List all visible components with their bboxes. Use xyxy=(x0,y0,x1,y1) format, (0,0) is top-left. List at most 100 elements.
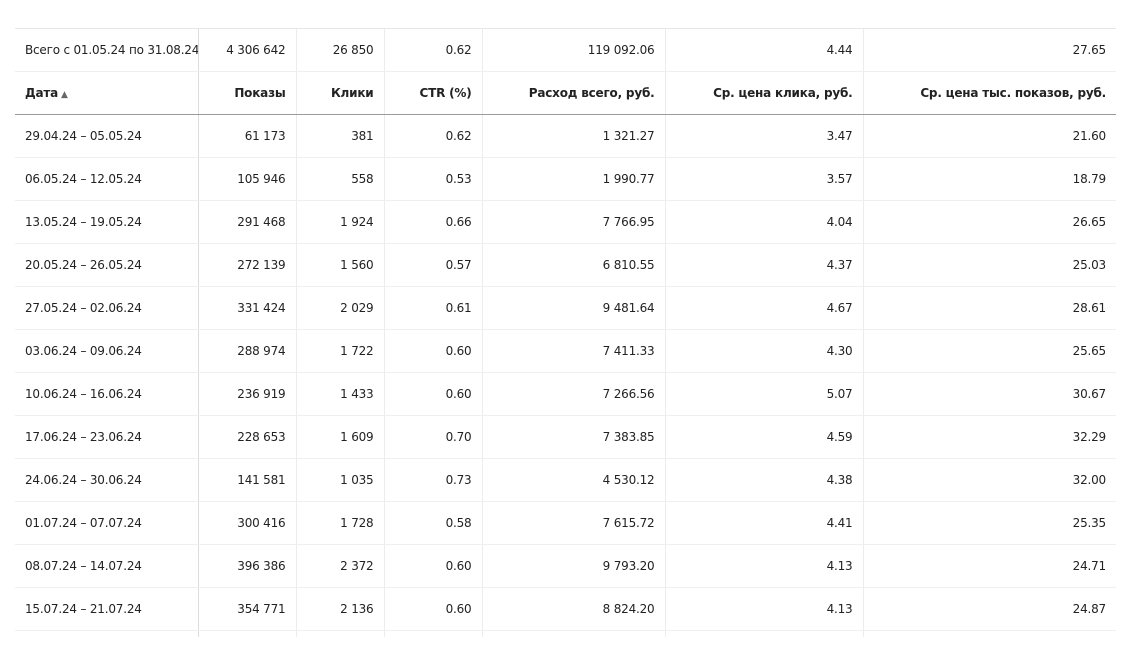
cell-impressions: 61 173 xyxy=(198,114,297,158)
column-header-date[interactable]: Дата ▲ xyxy=(15,71,199,115)
cell-ctr: 0.66 xyxy=(384,200,483,244)
table-row: 03.06.24 – 09.06.24 288 974 1 722 0.60 7 411… xyxy=(15,329,1116,373)
cell-clicks: 2 372 xyxy=(296,544,385,588)
cell-cpm: 25.35 xyxy=(863,501,1116,545)
cell-impressions: 331 424 xyxy=(198,286,297,330)
cell-clicks: 2 136 xyxy=(296,587,385,631)
cell-cpm: 18.79 xyxy=(863,157,1116,201)
cell-date: 06.05.24 – 12.05.24 xyxy=(15,157,199,201)
cell-cpm: 32.29 xyxy=(863,415,1116,459)
cell-date: 24.06.24 – 30.06.24 xyxy=(15,458,199,502)
cell-date xyxy=(15,630,199,637)
cell-ctr xyxy=(384,630,483,637)
cell-impressions: 236 919 xyxy=(198,372,297,416)
cell-date: 08.07.24 – 14.07.24 xyxy=(15,544,199,588)
cell-ctr: 0.60 xyxy=(384,544,483,588)
sort-ascending-icon: ▲ xyxy=(61,90,68,100)
totals-cpc: 4.44 xyxy=(665,29,864,72)
column-header-date-label: Дата xyxy=(25,86,59,100)
cell-impressions: 105 946 xyxy=(198,157,297,201)
cell-impressions: 291 468 xyxy=(198,200,297,244)
cell-impressions xyxy=(198,630,297,637)
column-header-impressions[interactable]: Показы xyxy=(198,71,297,115)
cell-date: 20.05.24 – 26.05.24 xyxy=(15,243,199,287)
cell-date: 15.07.24 – 21.07.24 xyxy=(15,587,199,631)
column-header-spend[interactable]: Расход всего, руб. xyxy=(482,71,666,115)
cell-cpm: 25.03 xyxy=(863,243,1116,287)
cell-ctr: 0.73 xyxy=(384,458,483,502)
cell-impressions: 354 771 xyxy=(198,587,297,631)
totals-impressions: 4 306 642 xyxy=(198,29,297,72)
cell-clicks: 1 924 xyxy=(296,200,385,244)
cell-cpm: 25.65 xyxy=(863,329,1116,373)
cell-spend: 4 530.12 xyxy=(482,458,666,502)
cell-cpc: 4.67 xyxy=(665,286,864,330)
totals-row: Всего с 01.05.24 по 31.08.24 4 306 642 2… xyxy=(15,29,1116,72)
cell-ctr: 0.60 xyxy=(384,372,483,416)
cell-date: 27.05.24 – 02.06.24 xyxy=(15,286,199,330)
cell-cpm: 30.67 xyxy=(863,372,1116,416)
table-body: 29.04.24 – 05.05.24 61 173 381 0.62 1 321.27… xyxy=(15,114,1116,637)
cell-ctr: 0.58 xyxy=(384,501,483,545)
totals-label: Всего с 01.05.24 по 31.08.24 xyxy=(15,29,199,72)
cell-cpm xyxy=(863,630,1116,637)
table-row: 06.05.24 – 12.05.24 105 946 558 0.53 1 990.7… xyxy=(15,157,1116,201)
cell-cpc: 4.59 xyxy=(665,415,864,459)
cell-spend: 8 824.20 xyxy=(482,587,666,631)
cell-impressions: 228 653 xyxy=(198,415,297,459)
cell-spend xyxy=(482,630,666,637)
column-header-ctr[interactable]: CTR (%) xyxy=(384,71,483,115)
cell-clicks xyxy=(296,630,385,637)
cell-spend: 9 481.64 xyxy=(482,286,666,330)
cell-ctr: 0.57 xyxy=(384,243,483,287)
cell-cpm: 26.65 xyxy=(863,200,1116,244)
cell-ctr: 0.60 xyxy=(384,587,483,631)
totals-cpm: 27.65 xyxy=(863,29,1116,72)
table-row: 27.05.24 – 02.06.24 331 424 2 029 0.61 9 481… xyxy=(15,286,1116,330)
cell-clicks: 2 029 xyxy=(296,286,385,330)
cell-cpc: 5.07 xyxy=(665,372,864,416)
cell-spend: 7 383.85 xyxy=(482,415,666,459)
column-header-cpc[interactable]: Ср. цена клика, руб. xyxy=(665,71,864,115)
table-row: 17.06.24 – 23.06.24 228 653 1 609 0.70 7 383… xyxy=(15,415,1116,459)
cell-date: 17.06.24 – 23.06.24 xyxy=(15,415,199,459)
cell-spend: 7 615.72 xyxy=(482,501,666,545)
cell-date: 13.05.24 – 19.05.24 xyxy=(15,200,199,244)
cell-cpm: 24.71 xyxy=(863,544,1116,588)
cell-date: 03.06.24 – 09.06.24 xyxy=(15,329,199,373)
cell-clicks: 381 xyxy=(296,114,385,158)
totals-ctr: 0.62 xyxy=(384,29,483,72)
table-row: 10.06.24 – 16.06.24 236 919 1 433 0.60 7 266… xyxy=(15,372,1116,416)
cell-clicks: 1 728 xyxy=(296,501,385,545)
cell-clicks: 1 433 xyxy=(296,372,385,416)
cell-impressions: 288 974 xyxy=(198,329,297,373)
cell-spend: 6 810.55 xyxy=(482,243,666,287)
cell-impressions: 141 581 xyxy=(198,458,297,502)
table-row: 24.06.24 – 30.06.24 141 581 1 035 0.73 4 530… xyxy=(15,458,1116,502)
cell-date: 10.06.24 – 16.06.24 xyxy=(15,372,199,416)
cell-cpc xyxy=(665,630,864,637)
cell-impressions: 272 139 xyxy=(198,243,297,287)
cell-cpc: 4.37 xyxy=(665,243,864,287)
cell-spend: 7 266.56 xyxy=(482,372,666,416)
cell-cpc: 4.13 xyxy=(665,544,864,588)
cell-cpc: 4.13 xyxy=(665,587,864,631)
cell-ctr: 0.53 xyxy=(384,157,483,201)
table-row: 15.07.24 – 21.07.24 354 771 2 136 0.60 8 824… xyxy=(15,587,1116,631)
cell-cpc: 3.47 xyxy=(665,114,864,158)
table-row: 20.05.24 – 26.05.24 272 139 1 560 0.57 6 810… xyxy=(15,243,1116,287)
cell-clicks: 558 xyxy=(296,157,385,201)
cell-cpm: 28.61 xyxy=(863,286,1116,330)
cell-spend: 7 411.33 xyxy=(482,329,666,373)
cell-date: 29.04.24 – 05.05.24 xyxy=(15,114,199,158)
table-row: 13.05.24 – 19.05.24 291 468 1 924 0.66 7 766… xyxy=(15,200,1116,244)
cell-clicks: 1 722 xyxy=(296,329,385,373)
column-header-clicks[interactable]: Клики xyxy=(296,71,385,115)
cell-cpm: 32.00 xyxy=(863,458,1116,502)
totals-clicks: 26 850 xyxy=(296,29,385,72)
cell-spend: 1 990.77 xyxy=(482,157,666,201)
cell-cpm: 21.60 xyxy=(863,114,1116,158)
cell-spend: 7 766.95 xyxy=(482,200,666,244)
cell-cpc: 3.57 xyxy=(665,157,864,201)
column-header-cpm[interactable]: Ср. цена тыс. показов, руб. xyxy=(863,71,1116,115)
